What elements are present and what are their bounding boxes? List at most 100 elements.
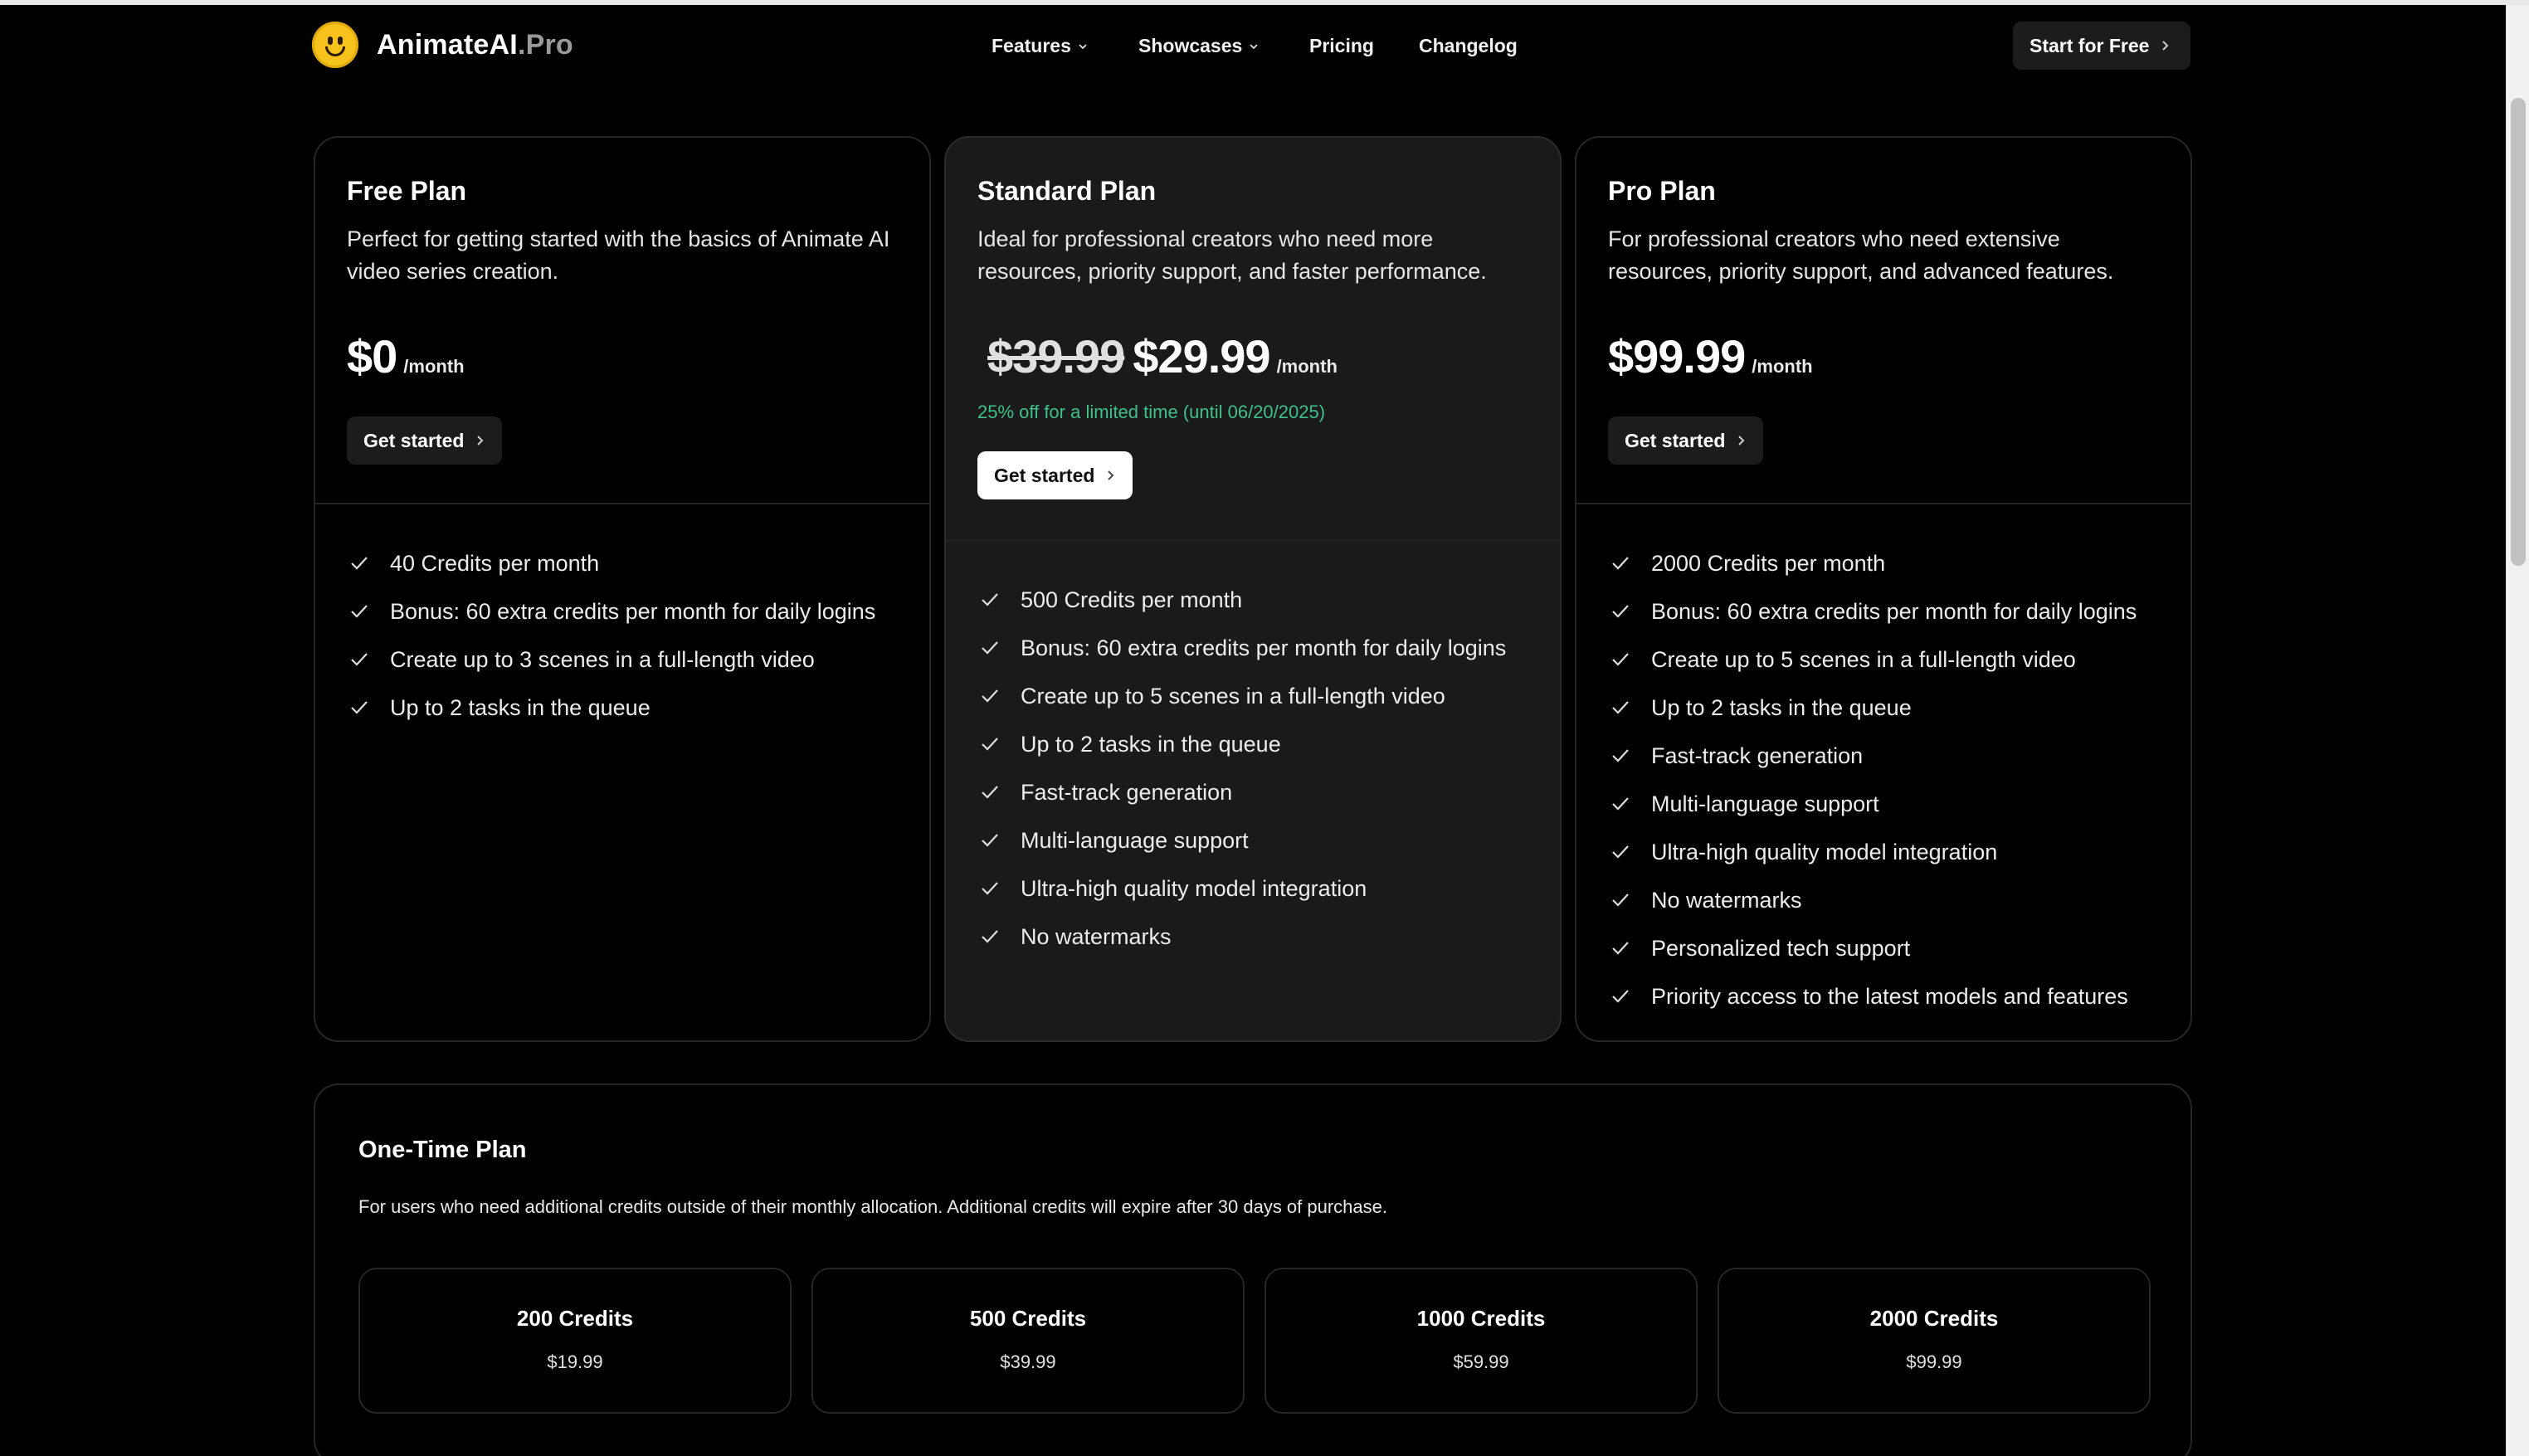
check-icon (351, 605, 368, 618)
nav-features[interactable]: Features (992, 35, 1088, 57)
feature-item: No watermarks (979, 913, 1506, 961)
feature-item: Fast-track generation (979, 768, 1506, 816)
feature-item: Create up to 5 scenes in a full-length v… (1610, 635, 2137, 684)
card-divider (946, 539, 1560, 541)
feature-item: Ultra-high quality model integration (979, 864, 1506, 913)
check-icon (982, 738, 998, 751)
package-name: 500 Credits (969, 1306, 1087, 1331)
plan-description: Ideal for professional creators who need… (977, 226, 1487, 284)
feature-item: Create up to 3 scenes in a full-length v… (348, 635, 875, 684)
chevron-right-icon (2162, 41, 2169, 51)
chevron-right-icon (1108, 470, 1114, 480)
discount-note: 25% off for a limited time (until 06/20/… (977, 402, 1326, 422)
check-icon (982, 593, 998, 606)
check-icon (1612, 557, 1629, 570)
plan-description: For professional creators who need exten… (1608, 226, 2114, 284)
feature-item: Bonus: 60 extra credits per month for da… (979, 624, 1506, 672)
check-icon (982, 834, 998, 847)
package-price: $39.99 (1000, 1351, 1056, 1372)
price-period: /month (1276, 356, 1338, 377)
one-time-plan-title: One-Time Plan (358, 1137, 527, 1163)
price-row: $99.99 /month (1608, 329, 2159, 383)
chevron-right-icon (1738, 436, 1745, 446)
smiley-logo-icon (312, 22, 358, 68)
package-name: 1000 Credits (1416, 1306, 1546, 1331)
feature-item: No watermarks (1610, 876, 2137, 924)
plan-card-standard: Standard Plan Ideal for professional cre… (944, 136, 1562, 1042)
feature-item: Ultra-high quality model integration (1610, 828, 2137, 876)
feature-item: Bonus: 60 extra credits per month for da… (348, 587, 875, 635)
check-icon (1612, 749, 1629, 762)
plan-title: Pro Plan (1608, 176, 1716, 206)
feature-item: Multi-language support (1610, 780, 2137, 828)
package-price: $59.99 (1453, 1351, 1509, 1372)
price-period: /month (1752, 356, 1813, 377)
plan-price: $0 (347, 330, 397, 382)
feature-list: 2000 Credits per month Bonus: 60 extra c… (1610, 539, 2137, 1020)
check-icon (1612, 797, 1629, 811)
chevron-down-icon (1250, 43, 1258, 49)
check-icon (1612, 653, 1629, 666)
check-icon (982, 641, 998, 655)
plan-title: Free Plan (347, 176, 467, 206)
feature-item: Bonus: 60 extra credits per month for da… (1610, 587, 2137, 635)
feature-item: 40 Credits per month (348, 539, 875, 587)
feature-list: 500 Credits per month Bonus: 60 extra cr… (979, 576, 1506, 961)
check-icon (982, 930, 998, 943)
credit-package-500[interactable]: 500 Credits $39.99 (811, 1268, 1245, 1414)
chevron-down-icon (1079, 43, 1087, 49)
check-icon (351, 653, 368, 666)
brand-logo[interactable]: AnimateAI.Pro (312, 22, 573, 68)
card-divider (315, 503, 929, 504)
feature-item: Up to 2 tasks in the queue (979, 720, 1506, 768)
check-icon (1612, 942, 1629, 955)
one-time-plan-description: For users who need additional credits ou… (358, 1196, 1388, 1217)
feature-item: Up to 2 tasks in the queue (348, 684, 875, 732)
scrollbar-thumb[interactable] (2511, 98, 2526, 566)
feature-item: Create up to 5 scenes in a full-length v… (979, 672, 1506, 720)
get-started-button[interactable]: Get started (347, 416, 503, 465)
nav-pricing[interactable]: Pricing (1309, 35, 1374, 57)
site-header: AnimateAI.Pro Features Showcases Pricing… (0, 5, 2506, 88)
feature-item: Multi-language support (979, 816, 1506, 864)
get-started-button[interactable]: Get started (1608, 416, 1764, 465)
one-time-plan-section: One-Time Plan For users who need additio… (314, 1083, 2192, 1456)
check-icon (982, 786, 998, 799)
package-price: $19.99 (547, 1351, 603, 1372)
package-name: 200 Credits (516, 1306, 634, 1331)
check-icon (351, 701, 368, 714)
credit-package-1000[interactable]: 1000 Credits $59.99 (1264, 1268, 1698, 1414)
credit-package-2000[interactable]: 2000 Credits $99.99 (1718, 1268, 2151, 1414)
check-icon (1612, 605, 1629, 618)
get-started-button[interactable]: Get started (977, 451, 1133, 499)
chevron-right-icon (477, 436, 484, 446)
credit-package-200[interactable]: 200 Credits $19.99 (358, 1268, 792, 1414)
price-period: /month (403, 356, 465, 377)
plan-title: Standard Plan (977, 176, 1157, 206)
check-icon (1612, 990, 1629, 1003)
package-name: 2000 Credits (1869, 1306, 1999, 1331)
check-icon (982, 882, 998, 895)
feature-item: Up to 2 tasks in the queue (1610, 684, 2137, 732)
price-row: $39.99 $29.99 /month (977, 329, 1528, 383)
nav-changelog[interactable]: Changelog (1419, 35, 1518, 57)
feature-item: Priority access to the latest models and… (1610, 972, 2137, 1020)
check-icon (351, 557, 368, 570)
brand-name: AnimateAI.Pro (377, 28, 573, 61)
nav-showcases[interactable]: Showcases (1138, 35, 1259, 57)
check-icon (1612, 701, 1629, 714)
feature-item: 500 Credits per month (979, 576, 1506, 624)
price-row: $0 /month (347, 329, 898, 383)
package-price: $99.99 (1906, 1351, 1962, 1372)
feature-item: Fast-track generation (1610, 732, 2137, 780)
feature-item: 2000 Credits per month (1610, 539, 2137, 587)
plan-price: $99.99 (1608, 330, 1746, 382)
plan-card-free: Free Plan Perfect for getting started wi… (314, 136, 931, 1042)
plan-price: $29.99 (1133, 330, 1270, 382)
plan-description: Perfect for getting started with the bas… (347, 226, 890, 284)
original-price: $39.99 (987, 330, 1125, 382)
feature-list: 40 Credits per month Bonus: 60 extra cre… (348, 539, 875, 732)
start-for-free-button[interactable]: Start for Free (2013, 22, 2190, 70)
check-icon (1612, 845, 1629, 859)
card-divider (1576, 503, 2190, 504)
